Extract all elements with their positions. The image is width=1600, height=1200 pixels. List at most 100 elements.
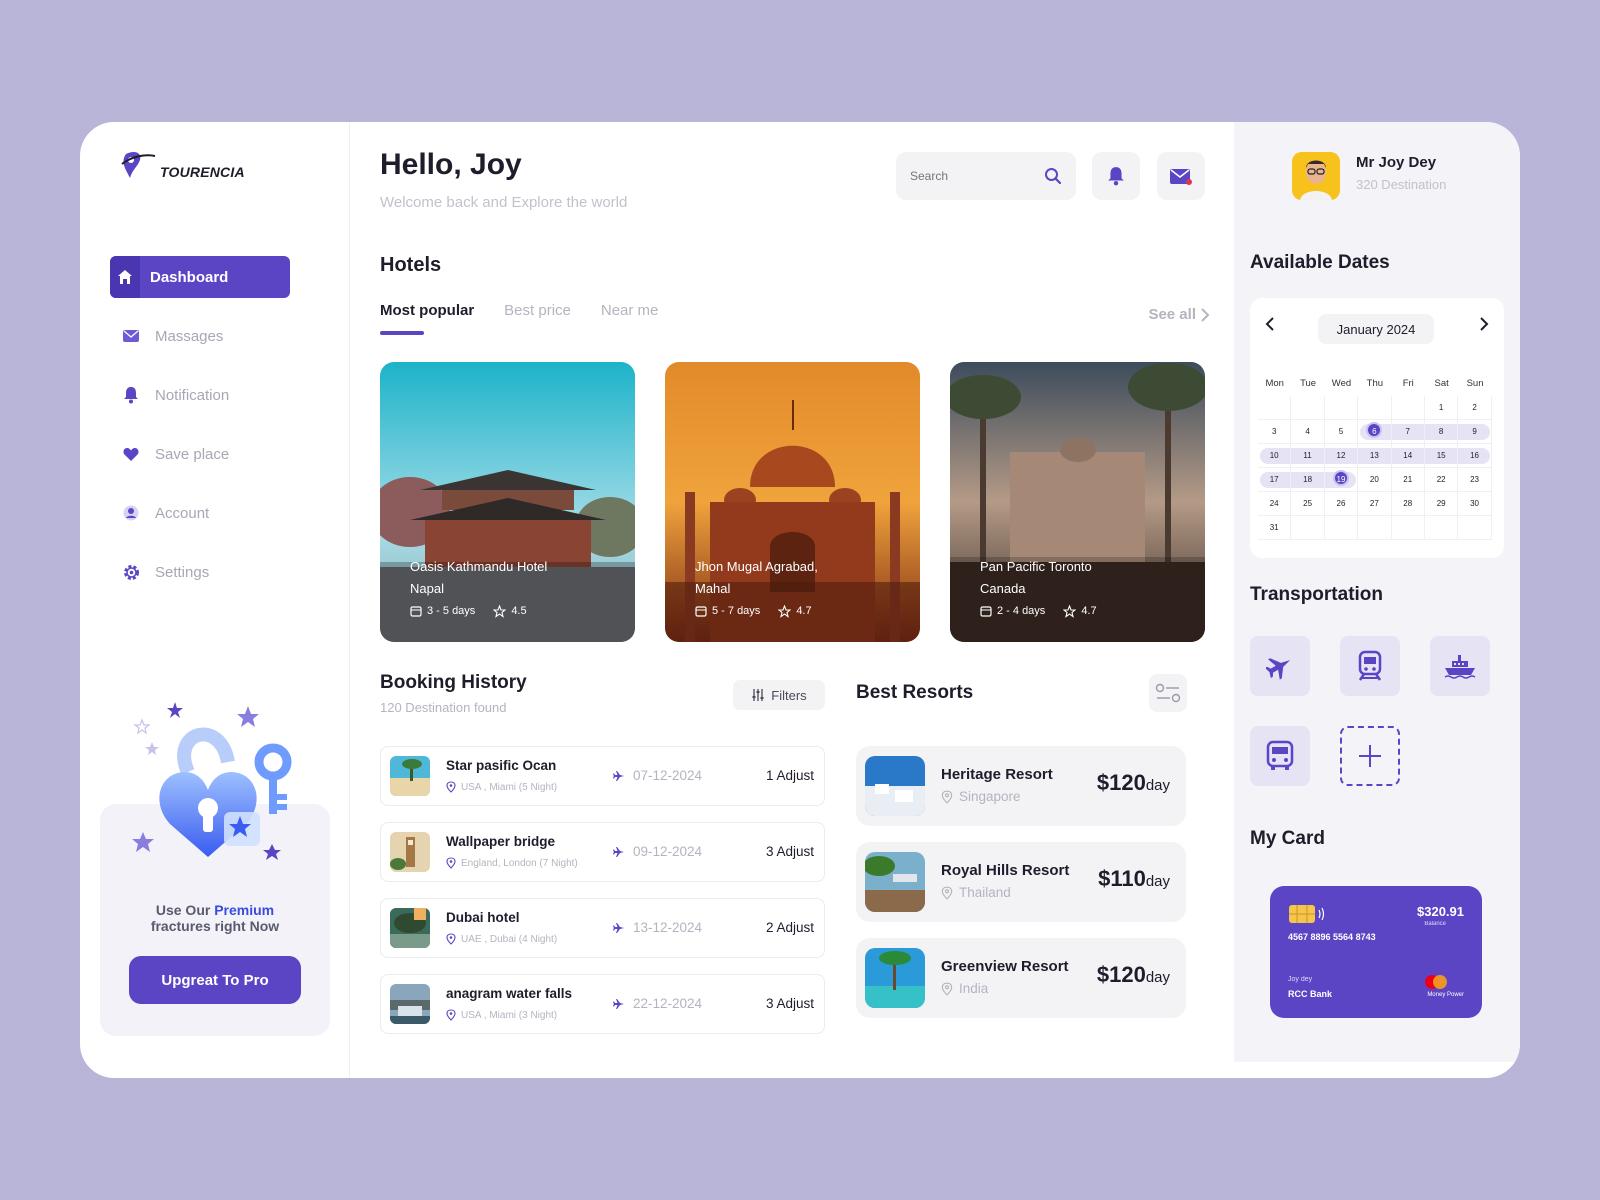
calendar-day[interactable]: 18 xyxy=(1291,468,1325,492)
resort-price-value: $120 xyxy=(1096,962,1146,987)
card-balance-label: Balance xyxy=(1424,921,1446,927)
calendar-day-number: 31 xyxy=(1269,523,1279,532)
resort-name: Royal Hills Resort xyxy=(941,862,1070,879)
calendar-day[interactable]: 15 xyxy=(1424,444,1459,468)
hotel-info: Pan Pacific Toronto Canada 2 - 4 days 4.… xyxy=(980,556,1097,622)
calendar-month[interactable]: January 2024 xyxy=(1318,314,1434,344)
logo[interactable]: TOURENCIA xyxy=(120,150,245,180)
resort-card[interactable]: Royal Hills Resort Thailand $110day xyxy=(856,842,1186,922)
right-panel: Mr Joy Dey 320 Destination Available Dat… xyxy=(1234,122,1520,1062)
search-icon[interactable] xyxy=(1044,167,1062,185)
sidebar-item-save-place[interactable]: Save place xyxy=(110,433,290,475)
tab-most-popular[interactable]: Most popular xyxy=(380,302,474,335)
calendar-day[interactable]: 21 xyxy=(1391,468,1425,492)
resorts-options-button[interactable] xyxy=(1149,674,1187,712)
calendar-day[interactable]: 7 xyxy=(1391,420,1425,444)
calendar-day[interactable]: 23 xyxy=(1458,468,1492,492)
calendar-day[interactable]: 14 xyxy=(1391,444,1425,468)
hotel-card[interactable]: Oasis Kathmandu Hotel Napal 3 - 5 days 4… xyxy=(380,362,635,642)
calendar-day[interactable]: 9 xyxy=(1458,420,1492,444)
calendar-day[interactable]: 22 xyxy=(1424,468,1459,492)
upgrade-button[interactable]: Upgreat To Pro xyxy=(129,956,301,1004)
booking-location-text: England, London (7 Night) xyxy=(461,857,578,869)
resort-thumbnail xyxy=(865,948,925,1008)
resort-price-unit: day xyxy=(1145,873,1170,890)
resort-card[interactable]: Heritage Resort Singapore $120day xyxy=(856,746,1186,826)
booking-thumbnail xyxy=(390,908,430,948)
transport-bus-button[interactable] xyxy=(1250,726,1310,786)
booking-row[interactable]: Dubai hotel UAE , Dubai (4 Night) 13-12-… xyxy=(380,898,825,958)
sidebar-item-notification[interactable]: Notification xyxy=(110,374,290,416)
calendar-day[interactable]: 20 xyxy=(1358,468,1392,492)
calendar-day[interactable]: 5 xyxy=(1324,420,1359,444)
hotel-info: Oasis Kathmandu Hotel Napal 3 - 5 days 4… xyxy=(410,556,547,622)
calendar-week: 17 18 19 20 21 22 23 xyxy=(1258,468,1492,492)
calendar-day[interactable]: 1 xyxy=(1424,396,1459,420)
plane-icon xyxy=(613,846,624,857)
calendar-day[interactable]: 8 xyxy=(1424,420,1459,444)
calendar-day[interactable]: 12 xyxy=(1324,444,1359,468)
calendar-day[interactable]: 25 xyxy=(1291,492,1325,516)
calendar-day[interactable]: 24 xyxy=(1258,492,1292,516)
sliders-icon xyxy=(752,689,764,701)
calendar-day[interactable]: 30 xyxy=(1458,492,1492,516)
user-profile[interactable]: Mr Joy Dey 320 Destination xyxy=(1292,152,1446,200)
calendar-day[interactable]: 13 xyxy=(1358,444,1392,468)
calendar-day[interactable]: 11 xyxy=(1291,444,1325,468)
transport-ship-button[interactable] xyxy=(1430,636,1490,696)
notification-button[interactable] xyxy=(1092,152,1140,200)
search-input[interactable] xyxy=(910,169,1030,183)
transport-train-button[interactable] xyxy=(1340,636,1400,696)
transport-plane-button[interactable] xyxy=(1250,636,1310,696)
calendar-day[interactable]: 28 xyxy=(1391,492,1425,516)
hotel-card[interactable]: Pan Pacific Toronto Canada 2 - 4 days 4.… xyxy=(950,362,1205,642)
calendar-day[interactable]: 3 xyxy=(1258,420,1292,444)
calendar-day[interactable]: 17 xyxy=(1258,468,1292,492)
booking-thumbnail xyxy=(390,832,430,872)
calendar-day[interactable]: 29 xyxy=(1424,492,1459,516)
logo-icon xyxy=(121,152,156,178)
calendar-day[interactable]: 31 xyxy=(1258,516,1292,540)
tab-near-me[interactable]: Near me xyxy=(601,302,659,327)
sidebar-item-account[interactable]: Account xyxy=(110,492,290,534)
calendar-day-number: 22 xyxy=(1436,475,1446,484)
calendar-day-number: 21 xyxy=(1403,475,1413,484)
hotel-days: 5 - 7 days xyxy=(712,605,761,617)
see-all-link[interactable]: See all xyxy=(1148,306,1210,323)
resort-price-unit: day xyxy=(1145,777,1170,794)
resort-location-text: India xyxy=(959,981,989,996)
payment-card[interactable]: $320.91 Balance 4567 8896 5564 8743 Joy … xyxy=(1270,886,1482,1018)
calendar-day[interactable]: 26 xyxy=(1324,492,1359,516)
booking-row[interactable]: Star pasific Ocan USA , Miami (5 Night) … xyxy=(380,746,825,806)
sidebar-item-dashboard[interactable]: Dashboard xyxy=(110,256,290,298)
add-transport-button[interactable] xyxy=(1340,726,1400,786)
calendar-icon xyxy=(410,606,422,617)
messages-button[interactable] xyxy=(1157,152,1205,200)
filters-button[interactable]: Filters xyxy=(733,680,825,710)
resort-card[interactable]: Greenview Resort India $120day xyxy=(856,938,1186,1018)
tab-best-price[interactable]: Best price xyxy=(504,302,571,327)
card-number: 4567 8896 5564 8743 xyxy=(1288,932,1376,942)
sidebar-item-massages[interactable]: Massages xyxy=(110,315,290,357)
booking-row[interactable]: Wallpaper bridge England, London (7 Nigh… xyxy=(380,822,825,882)
sidebar-item-settings[interactable]: Settings xyxy=(110,551,290,593)
chevron-left-icon[interactable] xyxy=(1264,316,1276,332)
calendar-day[interactable]: 10 xyxy=(1258,444,1292,468)
calendar-day[interactable]: 27 xyxy=(1358,492,1392,516)
calendar-day[interactable]: 6 xyxy=(1358,420,1392,444)
location-pin-icon xyxy=(446,857,456,869)
star-icon xyxy=(493,604,507,618)
calendar-day[interactable]: 2 xyxy=(1458,396,1492,420)
star-icon xyxy=(778,604,792,618)
calendar-day[interactable]: 16 xyxy=(1458,444,1492,468)
mastercard-logo-icon xyxy=(1425,975,1447,989)
calendar-day[interactable]: 19 xyxy=(1324,468,1359,492)
calendar-day[interactable]: 4 xyxy=(1291,420,1325,444)
search-box[interactable] xyxy=(896,152,1076,200)
calendar-empty-cell xyxy=(1324,516,1359,540)
chevron-right-icon[interactable] xyxy=(1478,316,1490,332)
booking-date-text: 13-12-2024 xyxy=(633,920,703,935)
hotel-card[interactable]: Jhon Mugal Agrabad, Mahal 5 - 7 days 4.7 xyxy=(665,362,920,642)
booking-row[interactable]: anagram water falls USA , Miami (3 Night… xyxy=(380,974,825,1034)
user-icon xyxy=(122,504,140,522)
